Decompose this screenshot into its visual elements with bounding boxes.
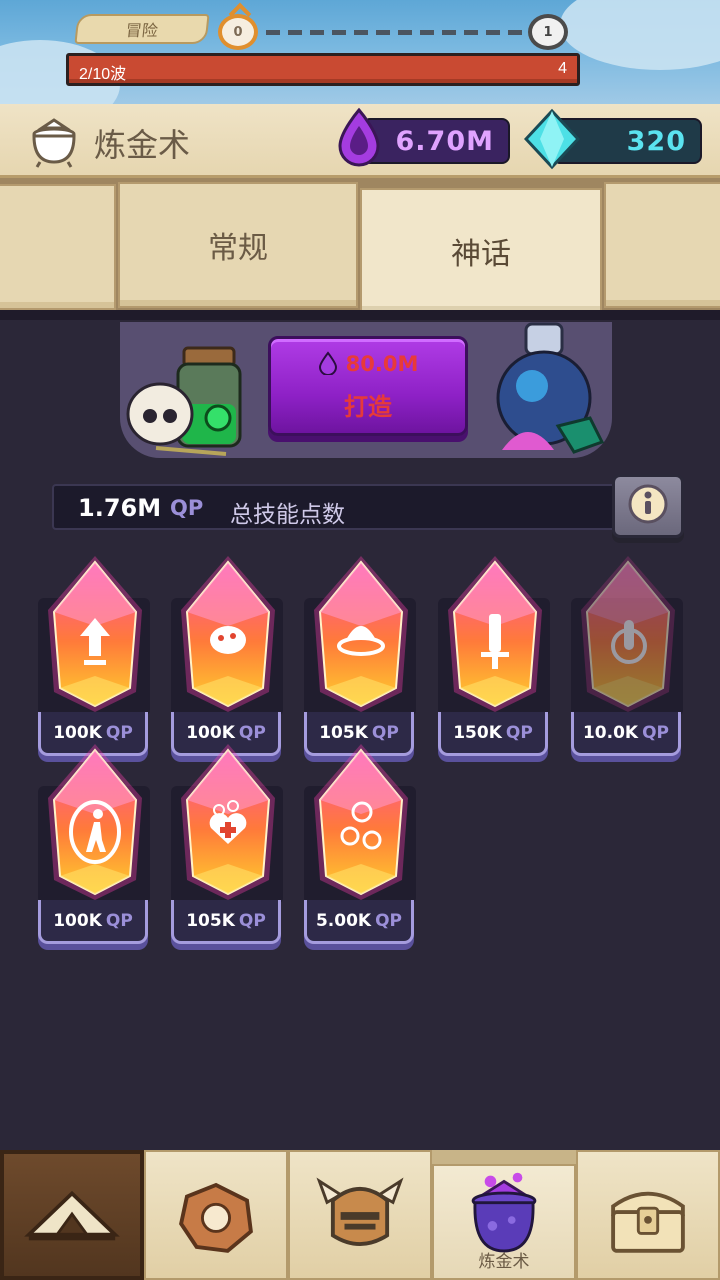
gem-crystal <box>581 556 675 712</box>
tab-mythic[interactable]: 神话 <box>360 188 602 314</box>
nav-alchemy-label: 炼金术 <box>478 1252 530 1272</box>
knight-helmet-icon <box>316 1177 404 1247</box>
elixir-drop-icon <box>318 351 337 375</box>
gem-crystal <box>314 556 408 712</box>
nav-camp-button[interactable] <box>0 1150 144 1280</box>
divider <box>0 310 720 320</box>
stage-node-current: 0 <box>218 14 258 50</box>
wave-count: 4 <box>558 60 567 77</box>
craft-label: 打造 <box>344 393 392 421</box>
stage-label: 冒险 <box>74 14 210 44</box>
gem-price-unit: QP <box>238 910 266 931</box>
craft-button[interactable]: 80.0M 打造 <box>268 336 468 436</box>
nav-relic-button[interactable] <box>144 1150 288 1280</box>
gem-card[interactable]: 105K QP <box>302 552 420 766</box>
tab-left-edge[interactable] <box>0 184 116 310</box>
gem-crystal <box>48 744 142 900</box>
gem-price-value: 150K <box>453 722 502 743</box>
gem-price-unit: QP <box>642 722 670 743</box>
gem-price-unit: QP <box>375 910 403 931</box>
gem-price-value: 100K <box>53 910 102 931</box>
gem-price-value: 5.00K <box>315 910 372 931</box>
wave-text: 2/10波 <box>79 66 127 83</box>
gem-card[interactable]: 150K QP <box>436 552 554 766</box>
gem-card[interactable]: 100K QP <box>169 552 287 766</box>
gem-card[interactable]: 5.00K QP <box>302 740 420 954</box>
gem-price-unit: QP <box>505 722 533 743</box>
elixir-drop-icon <box>338 107 380 167</box>
gem-price: 105K QP <box>171 900 281 944</box>
rune-stone-icon <box>179 1182 253 1253</box>
treasure-chest-icon <box>611 1191 685 1253</box>
gem-icon <box>524 108 580 170</box>
page-title: 炼金术 <box>94 126 191 164</box>
skill-points-bar: 1.76M QP 总技能点数 <box>52 484 624 530</box>
info-icon <box>628 484 668 524</box>
bottom-nav: 炼金术 <box>0 1150 720 1280</box>
nav-chest-button[interactable] <box>576 1150 720 1280</box>
skull-bottle-decoration <box>126 346 242 456</box>
gem-value: 320 <box>626 126 686 157</box>
qp-unit: QP <box>170 496 204 520</box>
gem-price: 10.0K QP <box>571 712 681 756</box>
stage-path <box>266 30 524 35</box>
cloud-decoration <box>560 0 720 70</box>
gem-price: 5.00K QP <box>304 900 414 944</box>
gem-price: 150K QP <box>438 712 548 756</box>
gem-crystal <box>181 744 275 900</box>
nav-heroes-button[interactable] <box>288 1150 432 1280</box>
gem-card[interactable]: 100K QP <box>36 552 154 766</box>
elixir-counter: 6.70M <box>362 118 510 164</box>
stage-progress-bar: 冒险 0 1 2/10波 4 <box>0 0 720 104</box>
potion-gems-decoration <box>496 322 604 454</box>
gem-card[interactable]: 105K QP <box>169 740 287 954</box>
shield-face-icon <box>210 626 246 654</box>
gem-price-value: 105K <box>186 910 235 931</box>
craft-cost: 80.0M <box>271 351 465 376</box>
qp-value: 1.76M <box>78 494 162 522</box>
wave-progress-bar: 2/10波 4 <box>66 53 580 86</box>
elixir-value: 6.70M <box>395 126 494 157</box>
gem-price: 100K QP <box>38 900 148 944</box>
tab-bar: 常规 神话 <box>0 178 720 316</box>
tab-right-edge[interactable] <box>604 182 720 308</box>
gem-price-unit: QP <box>105 910 133 931</box>
nav-alchemy-button[interactable]: 炼金术 <box>432 1164 576 1280</box>
qp-label: 总技能点数 <box>230 502 345 528</box>
tab-normal[interactable]: 常规 <box>118 182 358 308</box>
gem-crystal <box>48 556 142 712</box>
info-button[interactable] <box>612 474 684 538</box>
tent-icon <box>24 1190 120 1241</box>
craft-cost-value: 80.0M <box>345 352 419 376</box>
gem-crystal <box>448 556 542 712</box>
gem-price-value: 10.0K <box>582 722 639 743</box>
gem-card[interactable]: 10.0K QP <box>569 552 687 766</box>
stage-node-next: 1 <box>528 14 568 50</box>
gem-crystal <box>181 556 275 712</box>
cauldron-icon <box>32 118 76 168</box>
gem-crystal <box>314 744 408 900</box>
gem-card[interactable]: 100K QP <box>36 740 154 954</box>
